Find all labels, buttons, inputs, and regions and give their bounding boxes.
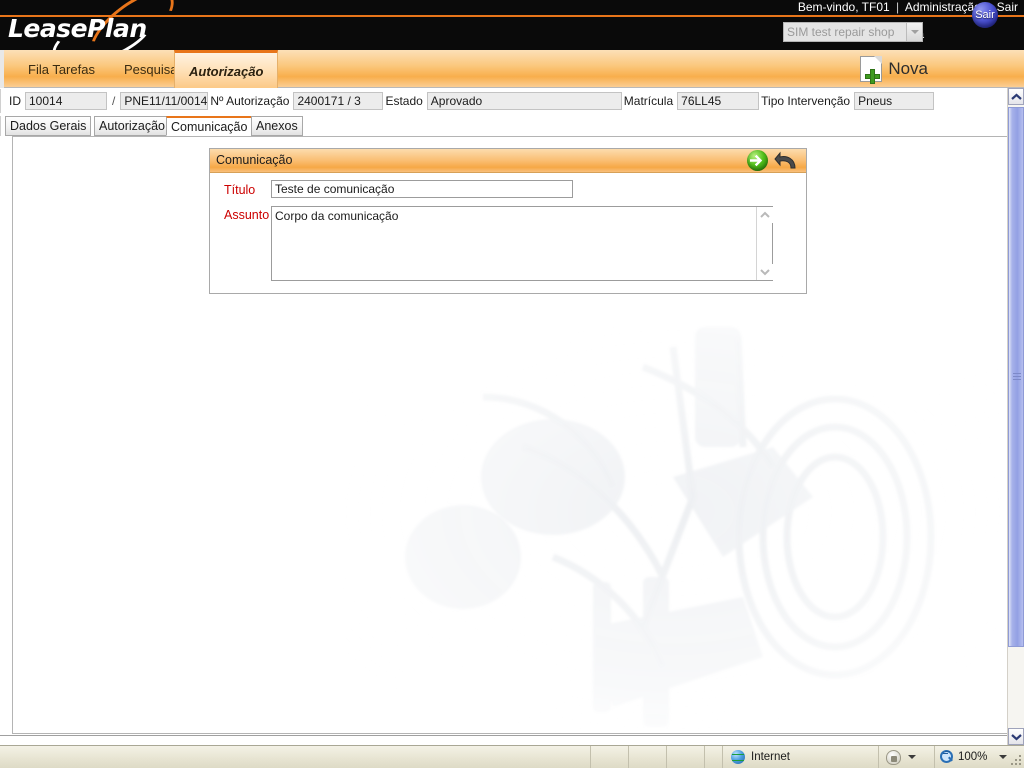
scrollbar-track[interactable] [1008, 105, 1024, 728]
sub-tab-bar: Dados Gerais Autorização Comunicação Ane… [0, 116, 1008, 136]
tab-fila-tarefas-label: Fila Tarefas [28, 62, 95, 77]
shield-icon [886, 749, 901, 765]
sair-button-label: Sair [975, 9, 995, 21]
welcome-text: Bem-vindo, TF01 [797, 0, 890, 14]
scrollbar-thumb[interactable] [1008, 107, 1024, 647]
zoom-level-control[interactable]: 100% [934, 746, 1014, 768]
oficina-selected-value: SIM test repair shop [787, 25, 895, 39]
chevron-down-icon [906, 23, 922, 41]
sair-button[interactable]: Sair [972, 2, 998, 28]
chevron-down-icon[interactable] [908, 755, 916, 759]
app-header: LeasePlan Bem-vindo, TF01 | Administraçã… [0, 0, 1024, 50]
protected-mode-indicator[interactable] [878, 746, 934, 768]
tab-pesquisa-label: Pesquisa [124, 62, 178, 77]
tipo-intervencao-field[interactable]: Pneus [854, 92, 935, 110]
suspension-watermark-image [343, 327, 1003, 733]
content-area: Comunicação Título Assunto [12, 136, 1008, 734]
subtab-autorizacao[interactable]: Autorização [94, 116, 171, 136]
security-zone-label: Internet [751, 751, 790, 763]
security-zone-indicator[interactable]: Internet [722, 746, 878, 768]
nova-button-label: Nova [888, 59, 928, 78]
comunicacao-panel-title: Comunicação [216, 153, 293, 167]
status-divider-4 [704, 746, 705, 768]
status-divider-3 [666, 746, 667, 768]
subtab-comunicacao-label: Comunicação [171, 120, 248, 134]
assunto-scrollbar[interactable] [756, 207, 773, 280]
matricula-field[interactable]: 76LL45 [677, 92, 760, 110]
status-divider-1 [590, 746, 591, 768]
assunto-scroll-down-icon[interactable] [757, 264, 773, 280]
subtab-comunicacao[interactable]: Comunicação [166, 116, 253, 136]
subtab-anexos[interactable]: Anexos [251, 116, 303, 136]
tab-autorizacao-label: Autorização [189, 64, 264, 79]
assunto-scroll-up-icon[interactable] [757, 207, 773, 223]
authorization-number-label: Nº Autorização [210, 94, 290, 108]
logo-text: LeasePlan [8, 14, 147, 43]
id-label: ID [9, 94, 21, 108]
subtab-anexos-label: Anexos [256, 119, 298, 133]
page-vertical-scrollbar[interactable] [1007, 88, 1024, 745]
new-document-plus-icon [860, 56, 883, 84]
reference-field[interactable]: PNE11/11/0014 [120, 92, 209, 110]
matricula-label: Matrícula [623, 94, 674, 108]
magnifier-icon [940, 750, 954, 764]
green-arrow-right-icon[interactable] [747, 150, 768, 171]
administration-link[interactable]: Administração [905, 0, 981, 14]
separator-1: | [896, 0, 900, 14]
status-divider-2 [628, 746, 629, 768]
browser-status-bar: Internet 100% [0, 745, 1024, 768]
titulo-input[interactable] [271, 180, 573, 198]
resize-grip[interactable] [1011, 755, 1023, 767]
chevron-up-icon[interactable] [1008, 88, 1024, 105]
estado-label: Estado [385, 94, 423, 108]
record-info-row: ID 10014 / PNE11/11/0014 Nº Autorização … [0, 89, 1008, 113]
id-field[interactable]: 10014 [25, 92, 107, 110]
authorization-number-field[interactable]: 2400171 / 3 [293, 92, 384, 110]
chevron-down-icon[interactable] [999, 755, 1008, 759]
tipo-intervencao-label: Tipo Intervenção [761, 94, 851, 108]
assunto-label: Assunto [224, 208, 270, 222]
tab-fila-tarefas[interactable]: Fila Tarefas [14, 50, 109, 88]
scrollbar-grip [1013, 373, 1021, 380]
undo-arrow-icon[interactable] [774, 151, 798, 171]
tabbar-left-edge [0, 50, 4, 88]
subtab-dados-gerais[interactable]: Dados Gerais [5, 116, 92, 136]
assunto-field-wrapper [271, 206, 773, 281]
subtab-dados-gerais-label: Dados Gerais [10, 119, 87, 133]
nova-button[interactable]: Nova [860, 53, 928, 85]
page-bottom-strip [0, 735, 1007, 745]
estado-field[interactable]: Aprovado [426, 92, 622, 110]
subtab-autorizacao-label: Autorização [99, 119, 166, 133]
tab-autorizacao[interactable]: Autorização [174, 50, 279, 88]
comunicacao-panel: Comunicação Título Assunto [209, 148, 807, 294]
logout-link[interactable]: Sair [997, 0, 1018, 14]
assunto-textarea[interactable] [272, 207, 758, 280]
green-plus-icon [865, 69, 881, 84]
titulo-label: Título [224, 183, 256, 197]
main-tab-bar: Fila Tarefas Pesquisa Autorização Nova [0, 50, 1024, 88]
leaseplan-logo[interactable]: LeasePlan [0, 0, 210, 50]
zoom-level-label: 100% [958, 751, 988, 763]
comunicacao-panel-header: Comunicação [210, 149, 806, 173]
globe-icon [731, 750, 745, 764]
slash-separator: / [112, 94, 116, 108]
oficina-select[interactable]: SIM test repair shop [783, 22, 923, 42]
chevron-down-icon[interactable] [1008, 728, 1024, 745]
